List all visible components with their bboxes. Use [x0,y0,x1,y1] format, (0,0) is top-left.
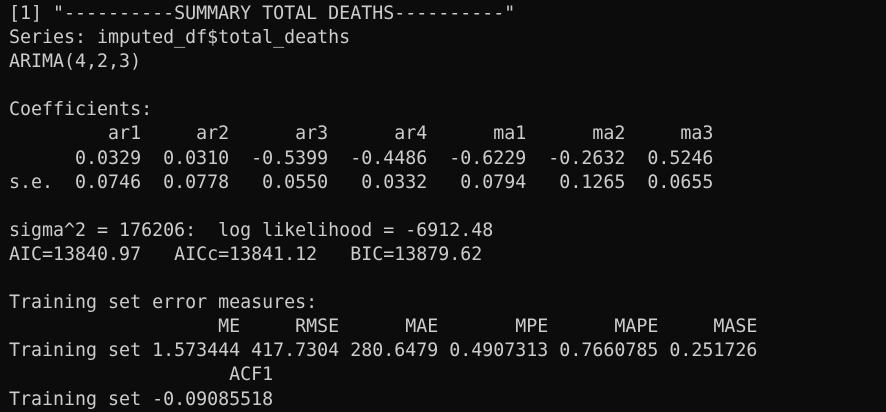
r-console-output: [1] "----------SUMMARY TOTAL DEATHS-----… [0,2,886,412]
coefficients-se-row: s.e. 0.0746 0.0778 0.0550 0.0332 0.0794 … [9,171,714,193]
model-line: ARIMA(4,2,3) [9,51,142,73]
error-measures-header-row: ME RMSE MAE MPE MAPE MASE [9,316,758,338]
coefficients-heading: Coefficients: [9,99,153,121]
summary-header-line: [1] "----------SUMMARY TOTAL DEATHS-----… [9,3,516,24]
series-line: Series: imputed_df$total_deaths [9,27,351,49]
acf1-values-row: Training set -0.09085518 [9,388,274,410]
coefficients-header-row: ar1 ar2 ar3 ar4 ma1 ma2 ma3 [9,123,714,145]
error-measures-heading: Training set error measures: [9,292,318,314]
coefficients-values-row: 0.0329 0.0310 -0.5399 -0.4486 -0.6229 -0… [9,147,714,169]
sigma-loglik-line: sigma^2 = 176206: log likelihood = -6912… [9,219,494,241]
error-measures-values-row: Training set 1.573444 417.7304 280.6479 … [9,340,758,362]
information-criteria-line: AIC=13840.97 AICc=13841.12 BIC=13879.62 [9,243,483,265]
acf1-header-row: ACF1 [9,364,274,386]
